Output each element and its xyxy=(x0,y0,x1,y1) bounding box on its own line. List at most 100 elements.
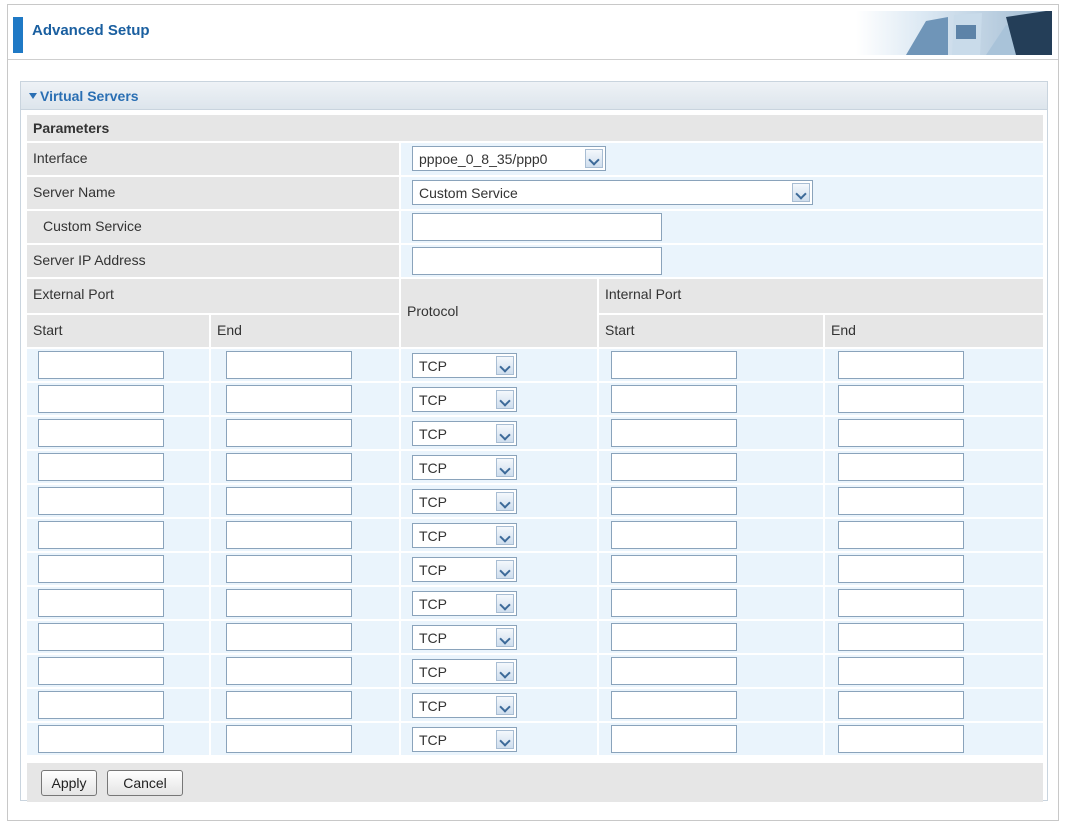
protocol-select[interactable]: TCP xyxy=(412,421,517,446)
interface-select[interactable]: pppoe_0_8_35/ppp0 xyxy=(412,146,606,171)
internal-end-input[interactable] xyxy=(838,725,964,753)
internal-end-input[interactable] xyxy=(838,419,964,447)
chevron-down-icon xyxy=(496,458,514,477)
protocol-select[interactable]: TCP xyxy=(412,659,517,684)
cancel-button[interactable]: Cancel xyxy=(107,770,183,796)
internal-end-input[interactable] xyxy=(838,351,964,379)
internal-start-input[interactable] xyxy=(611,657,737,685)
port-cell xyxy=(599,417,823,449)
external-start-input[interactable] xyxy=(38,521,164,549)
protocol-select[interactable]: TCP xyxy=(412,489,517,514)
external-start-input[interactable] xyxy=(38,385,164,413)
protocol-select-value: TCP xyxy=(419,630,447,646)
protocol-select[interactable]: TCP xyxy=(412,591,517,616)
page-title: Advanced Setup xyxy=(32,22,150,39)
protocol-select[interactable]: TCP xyxy=(412,523,517,548)
external-end-input[interactable] xyxy=(226,453,352,481)
internal-start-header: Start xyxy=(599,315,823,347)
external-start-input[interactable] xyxy=(38,351,164,379)
port-cell xyxy=(211,485,399,517)
external-end-input[interactable] xyxy=(226,521,352,549)
chevron-down-icon xyxy=(496,356,514,375)
protocol-select[interactable]: TCP xyxy=(412,353,517,378)
protocol-select[interactable]: TCP xyxy=(412,625,517,650)
server-ip-label: Server IP Address xyxy=(27,245,399,277)
external-end-input[interactable] xyxy=(226,691,352,719)
protocol-select[interactable]: TCP xyxy=(412,387,517,412)
external-end-input[interactable] xyxy=(226,351,352,379)
server-name-label: Server Name xyxy=(27,177,399,209)
external-end-input[interactable] xyxy=(226,725,352,753)
internal-port-header: Internal Port xyxy=(599,279,1043,313)
header-banner-graphic xyxy=(856,11,1052,55)
internal-start-input[interactable] xyxy=(611,351,737,379)
internal-start-input[interactable] xyxy=(611,487,737,515)
port-cell xyxy=(27,689,209,721)
port-cell xyxy=(825,723,1043,755)
protocol-select-value: TCP xyxy=(419,494,447,510)
internal-start-input[interactable] xyxy=(611,555,737,583)
chevron-down-icon xyxy=(496,662,514,681)
internal-start-input[interactable] xyxy=(611,419,737,447)
port-cell: TCP xyxy=(401,417,597,449)
internal-start-input[interactable] xyxy=(611,453,737,481)
external-start-input[interactable] xyxy=(38,453,164,481)
external-end-input[interactable] xyxy=(226,657,352,685)
internal-start-input[interactable] xyxy=(611,385,737,413)
protocol-select[interactable]: TCP xyxy=(412,455,517,480)
server-ip-cell xyxy=(401,245,1043,277)
external-end-input[interactable] xyxy=(226,487,352,515)
port-cell: TCP xyxy=(401,349,597,381)
external-start-input[interactable] xyxy=(38,657,164,685)
internal-start-input[interactable] xyxy=(611,725,737,753)
external-end-input[interactable] xyxy=(226,419,352,447)
protocol-select[interactable]: TCP xyxy=(412,727,517,752)
protocol-select[interactable]: TCP xyxy=(412,557,517,582)
internal-end-input[interactable] xyxy=(838,521,964,549)
section-header[interactable]: Virtual Servers xyxy=(21,82,1047,110)
internal-end-input[interactable] xyxy=(838,453,964,481)
external-end-input[interactable] xyxy=(226,555,352,583)
internal-start-input[interactable] xyxy=(611,521,737,549)
internal-start-input[interactable] xyxy=(611,623,737,651)
internal-start-input[interactable] xyxy=(611,691,737,719)
port-cell xyxy=(27,723,209,755)
port-cell xyxy=(27,417,209,449)
internal-end-input[interactable] xyxy=(838,487,964,515)
internal-end-input[interactable] xyxy=(838,691,964,719)
external-end-input[interactable] xyxy=(226,385,352,413)
port-cell: TCP xyxy=(401,621,597,653)
internal-end-input[interactable] xyxy=(838,555,964,583)
port-cell: TCP xyxy=(401,451,597,483)
external-start-input[interactable] xyxy=(38,419,164,447)
external-end-input[interactable] xyxy=(226,623,352,651)
internal-end-input[interactable] xyxy=(838,589,964,617)
server-ip-input[interactable] xyxy=(412,247,662,275)
server-name-select[interactable]: Custom Service xyxy=(412,180,813,205)
port-cell: TCP xyxy=(401,587,597,619)
protocol-select-value: TCP xyxy=(419,596,447,612)
external-start-input[interactable] xyxy=(38,555,164,583)
external-start-input[interactable] xyxy=(38,691,164,719)
custom-service-input[interactable] xyxy=(412,213,662,241)
protocol-select-value: TCP xyxy=(419,426,447,442)
internal-end-header: End xyxy=(825,315,1043,347)
external-start-input[interactable] xyxy=(38,623,164,651)
protocol-select-value: TCP xyxy=(419,528,447,544)
server-name-select-value: Custom Service xyxy=(419,185,518,201)
internal-end-input[interactable] xyxy=(838,657,964,685)
internal-start-input[interactable] xyxy=(611,589,737,617)
internal-end-input[interactable] xyxy=(838,623,964,651)
external-start-input[interactable] xyxy=(38,487,164,515)
apply-button[interactable]: Apply xyxy=(41,770,97,796)
port-cell xyxy=(599,349,823,381)
external-start-input[interactable] xyxy=(38,589,164,617)
internal-end-input[interactable] xyxy=(838,385,964,413)
port-cell: TCP xyxy=(401,689,597,721)
interface-label: Interface xyxy=(27,143,399,175)
external-start-input[interactable] xyxy=(38,725,164,753)
protocol-select[interactable]: TCP xyxy=(412,693,517,718)
protocol-select-value: TCP xyxy=(419,392,447,408)
chevron-down-icon xyxy=(496,526,514,545)
external-end-input[interactable] xyxy=(226,589,352,617)
